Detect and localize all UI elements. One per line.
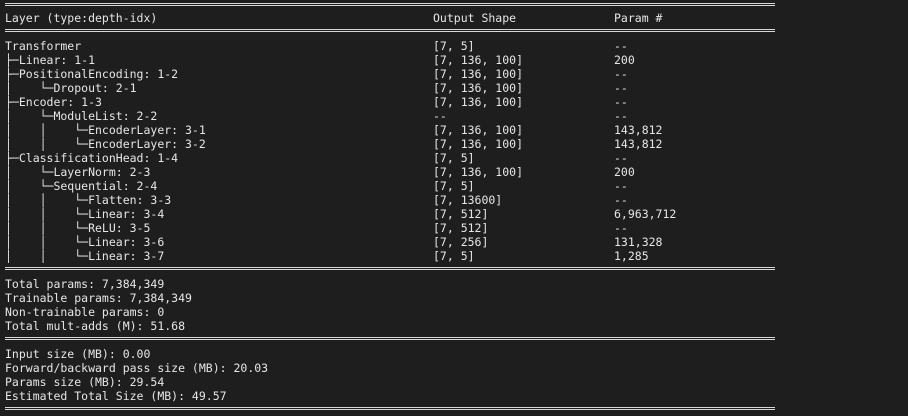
row-layer: ├─Linear: 1-1 xyxy=(5,53,96,67)
row-param: 131,328 xyxy=(614,235,663,249)
row-layer: Transformer xyxy=(5,39,82,53)
row-param: -- xyxy=(614,221,628,235)
row-layer: │ │ └─Flatten: 3-3 xyxy=(5,193,172,207)
row-param: -- xyxy=(614,193,628,207)
row-layer: ├─Encoder: 1-3 xyxy=(5,95,102,109)
row-output: [7, 5] xyxy=(433,179,475,193)
input-size: Input size (MB): 0.00 xyxy=(5,347,151,361)
row-param: -- xyxy=(614,81,628,95)
row-param: -- xyxy=(614,67,628,81)
row-output: [7, 136, 100] xyxy=(433,123,524,137)
header-param-count: Param # xyxy=(614,11,663,25)
row-param: -- xyxy=(614,151,628,165)
total-params: Total params: 7,384,349 xyxy=(5,277,165,291)
row-output: [7, 136, 100] xyxy=(433,81,524,95)
non-trainable-params: Non-trainable params: 0 xyxy=(5,305,165,319)
row-layer: │ │ └─Linear: 3-4 xyxy=(5,207,165,221)
row-layer: │ └─ModuleList: 2-2 xyxy=(5,109,158,123)
row-output: [7, 5] xyxy=(433,39,475,53)
row-param: 200 xyxy=(614,53,635,67)
row-output: -- xyxy=(433,109,447,123)
row-layer: │ │ └─Linear: 3-6 xyxy=(5,235,165,249)
row-param: 143,812 xyxy=(614,137,663,151)
row-layer: │ │ └─Linear: 3-7 xyxy=(5,249,165,263)
row-output: [7, 136, 100] xyxy=(433,165,524,179)
row-output: [7, 136, 100] xyxy=(433,53,524,67)
trainable-params: Trainable params: 7,384,349 xyxy=(5,291,192,305)
row-param: 143,812 xyxy=(614,123,663,137)
header-layer: Layer (type:depth-idx) xyxy=(5,11,158,25)
header-output-shape: Output Shape xyxy=(433,11,517,25)
separator-rule xyxy=(5,337,775,340)
row-param: 1,285 xyxy=(614,249,649,263)
row-output: [7, 256] xyxy=(433,235,489,249)
row-output: [7, 5] xyxy=(433,151,475,165)
row-param: -- xyxy=(614,109,628,123)
row-param: -- xyxy=(614,39,628,53)
row-layer: │ └─Dropout: 2-1 xyxy=(5,81,137,95)
separator-rule xyxy=(5,3,775,6)
estimated-total-size: Estimated Total Size (MB): 49.57 xyxy=(5,389,227,403)
separator-rule xyxy=(5,407,775,410)
forward-backward-size: Forward/backward pass size (MB): 20.03 xyxy=(5,361,269,375)
row-layer: │ │ └─ReLU: 3-5 xyxy=(5,221,151,235)
row-output: [7, 13600] xyxy=(433,193,503,207)
row-layer: │ │ └─EncoderLayer: 3-2 xyxy=(5,137,206,151)
row-param: -- xyxy=(614,179,628,193)
row-layer: ├─PositionalEncoding: 1-2 xyxy=(5,67,179,81)
row-layer: │ └─Sequential: 2-4 xyxy=(5,179,158,193)
row-layer: │ │ └─EncoderLayer: 3-1 xyxy=(5,123,206,137)
row-param: 200 xyxy=(614,165,635,179)
params-size: Params size (MB): 29.54 xyxy=(5,375,165,389)
row-layer: ├─ClassificationHead: 1-4 xyxy=(5,151,179,165)
separator-rule xyxy=(5,29,775,32)
row-output: [7, 512] xyxy=(433,221,489,235)
row-output: [7, 136, 100] xyxy=(433,137,524,151)
row-param: -- xyxy=(614,95,628,109)
row-output: [7, 136, 100] xyxy=(433,95,524,109)
row-layer: │ └─LayerNorm: 2-3 xyxy=(5,165,151,179)
total-mult-adds: Total mult-adds (M): 51.68 xyxy=(5,319,186,333)
row-output: [7, 136, 100] xyxy=(433,67,524,81)
row-param: 6,963,712 xyxy=(614,207,677,221)
row-output: [7, 5] xyxy=(433,249,475,263)
row-output: [7, 512] xyxy=(433,207,489,221)
separator-rule xyxy=(5,267,775,270)
